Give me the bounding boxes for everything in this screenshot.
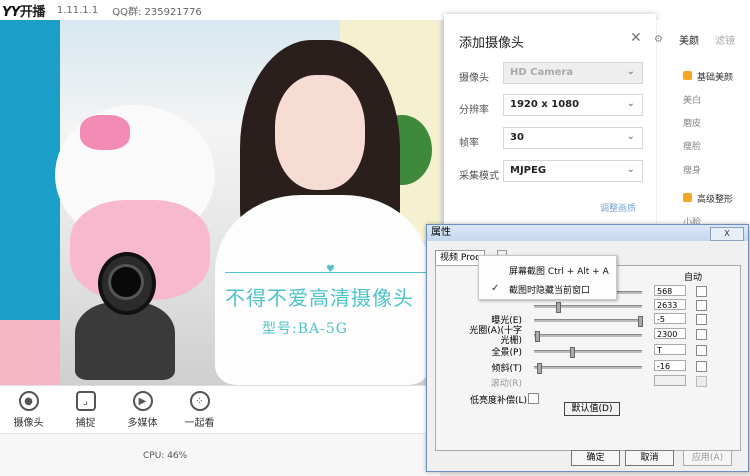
capture-button[interactable]: ⌟ 捕捉 [57,391,114,429]
default-button[interactable]: 默认值(D) [564,402,620,416]
exposure-value[interactable]: -5 [654,313,686,324]
roll-auto-checkbox [696,376,707,387]
menu-item-hide-window[interactable]: 截图时隐藏当前窗口 [509,283,590,296]
tilt-auto-checkbox[interactable] [696,361,707,372]
roll-label: 滚动(R) [490,379,522,389]
dialog-title: 添加摄像头 [459,36,525,51]
tab-filter[interactable]: 滤镜 [715,32,735,47]
tilt-label: 倾斜(T) [491,364,522,374]
capture-icon: ⌟ [75,391,96,411]
property-slider[interactable] [534,302,642,313]
gear-icon[interactable]: ⚙ [654,34,663,45]
iris-slider[interactable] [534,331,642,342]
overlay-model: 型号:BA-5G [262,321,348,337]
exposure-label: 曝光(E) [491,316,522,326]
qq-group: QQ群: 235921776 [112,6,202,18]
app-logo: YY开播 [2,4,45,20]
property-value[interactable]: 568 [654,285,686,296]
watch-together-icon: ⁘ [189,391,210,411]
slider-thumb[interactable] [556,302,561,313]
overlay-slogan: 不得不爱高清摄像头 [225,286,414,310]
tilt-slider[interactable] [534,363,642,374]
property-value[interactable]: 2633 [654,299,686,310]
basic-beauty-checkbox[interactable] [683,71,692,80]
camera-button-label: 摄像头 [13,418,44,429]
context-menu: 屏幕截图 Ctrl + Alt + A ✓ 截图时隐藏当前窗口 [478,255,617,300]
chevron-down-icon: ⌄ [626,66,635,77]
close-button[interactable]: X [710,227,744,241]
menu-item-screenshot[interactable]: 屏幕截图 Ctrl + Alt + A [509,264,609,277]
camera-label: 摄像头 [459,73,489,84]
auto-header: 自动 [684,273,703,283]
watch-together-button-label: 一起看 [184,418,215,429]
slim-body-label: 瘦身 [683,166,702,176]
iris-value[interactable]: 2300 [654,328,686,339]
slider-thumb[interactable] [570,347,575,358]
slider-thumb[interactable] [537,363,542,374]
exposure-slider[interactable] [534,316,643,327]
exposure-auto-checkbox[interactable] [696,314,707,325]
apply-button: 应用(A) [683,450,732,466]
iris-label: 光圈(A)(十字光栅) [469,326,522,346]
capture-mode-label: 采集模式 [459,171,499,182]
slider-thumb[interactable] [535,331,540,342]
capture-button-label: 捕捉 [75,418,96,429]
adjust-quality-link[interactable]: 调整画质 [600,201,636,214]
ptz-camera-lens [108,264,144,300]
pink-object [0,320,60,385]
heart-icon: ♥ [326,264,335,275]
plush-bow [80,115,130,150]
pan-label: 全景(P) [491,348,522,358]
resolution-label: 分辨率 [459,105,489,116]
properties-title: 属性 [427,225,748,241]
resolution-select[interactable]: 1920 x 1080 ⌄ [503,94,643,116]
app-version: 1.11.1.1 [56,4,99,16]
chevron-down-icon: ⌄ [626,131,635,142]
pan-value[interactable]: T [654,344,686,355]
advanced-shaping-label: 高级整形 [697,195,734,205]
auto-checkbox[interactable] [696,300,707,311]
framerate-label: 帧率 [459,138,479,149]
camera-preview[interactable]: ♥ 不得不爱高清摄像头 型号:BA-5G [0,20,440,385]
camera-button[interactable]: ● 摄像头 [0,391,57,429]
slim-face-label: 瘦脸 [683,142,702,152]
ok-button[interactable]: 确定 [571,450,620,466]
slider-thumb[interactable] [638,316,643,327]
bottom-toolbar: ● 摄像头 ⌟ 捕捉 ▶ 多媒体 ⁘ 一起看 [0,385,440,434]
tilt-value[interactable]: -16 [654,360,686,371]
auto-checkbox[interactable] [696,286,707,297]
beauty-panel: ⚙ 美颜 滤镜 基础美颜 美白 磨皮 瘦脸 瘦身 高级整形 小脸 [654,20,750,230]
chevron-down-icon: ⌄ [626,164,635,175]
whiten-label: 美白 [683,96,702,106]
media-button[interactable]: ▶ 多媒体 [114,391,171,429]
check-icon: ✓ [491,283,500,294]
watch-together-button[interactable]: ⁘ 一起看 [171,391,228,429]
smooth-label: 磨皮 [683,119,702,129]
advanced-shaping-checkbox[interactable] [683,193,692,202]
cpu-usage: CPU: 46% [143,451,188,461]
camera-icon: ● [18,391,39,411]
media-button-label: 多媒体 [127,418,158,429]
camera-select: HD Camera ⌄ [503,62,643,84]
framerate-select[interactable]: 30 ⌄ [503,127,643,149]
add-camera-dialog: 添加摄像头 ✕ 摄像头 HD Camera ⌄ 分辨率 1920 x 1080 ⌄ … [444,14,656,229]
status-bar [0,433,440,476]
chevron-down-icon: ⌄ [626,98,635,109]
close-icon[interactable]: ✕ [630,30,642,46]
tab-beauty[interactable]: 美颜 [679,32,699,47]
capture-mode-select[interactable]: MJPEG ⌄ [503,160,643,182]
media-icon: ▶ [132,391,153,411]
pan-auto-checkbox[interactable] [696,345,707,356]
low-light-checkbox[interactable] [528,393,539,404]
roll-value [654,375,686,386]
pan-slider[interactable] [534,347,642,358]
low-light-label: 低亮度补偿(L) [470,396,528,406]
basic-beauty-label: 基础美颜 [697,73,734,83]
iris-auto-checkbox[interactable] [696,329,707,340]
cancel-button[interactable]: 取消 [625,450,674,466]
presenter-face [275,75,365,190]
